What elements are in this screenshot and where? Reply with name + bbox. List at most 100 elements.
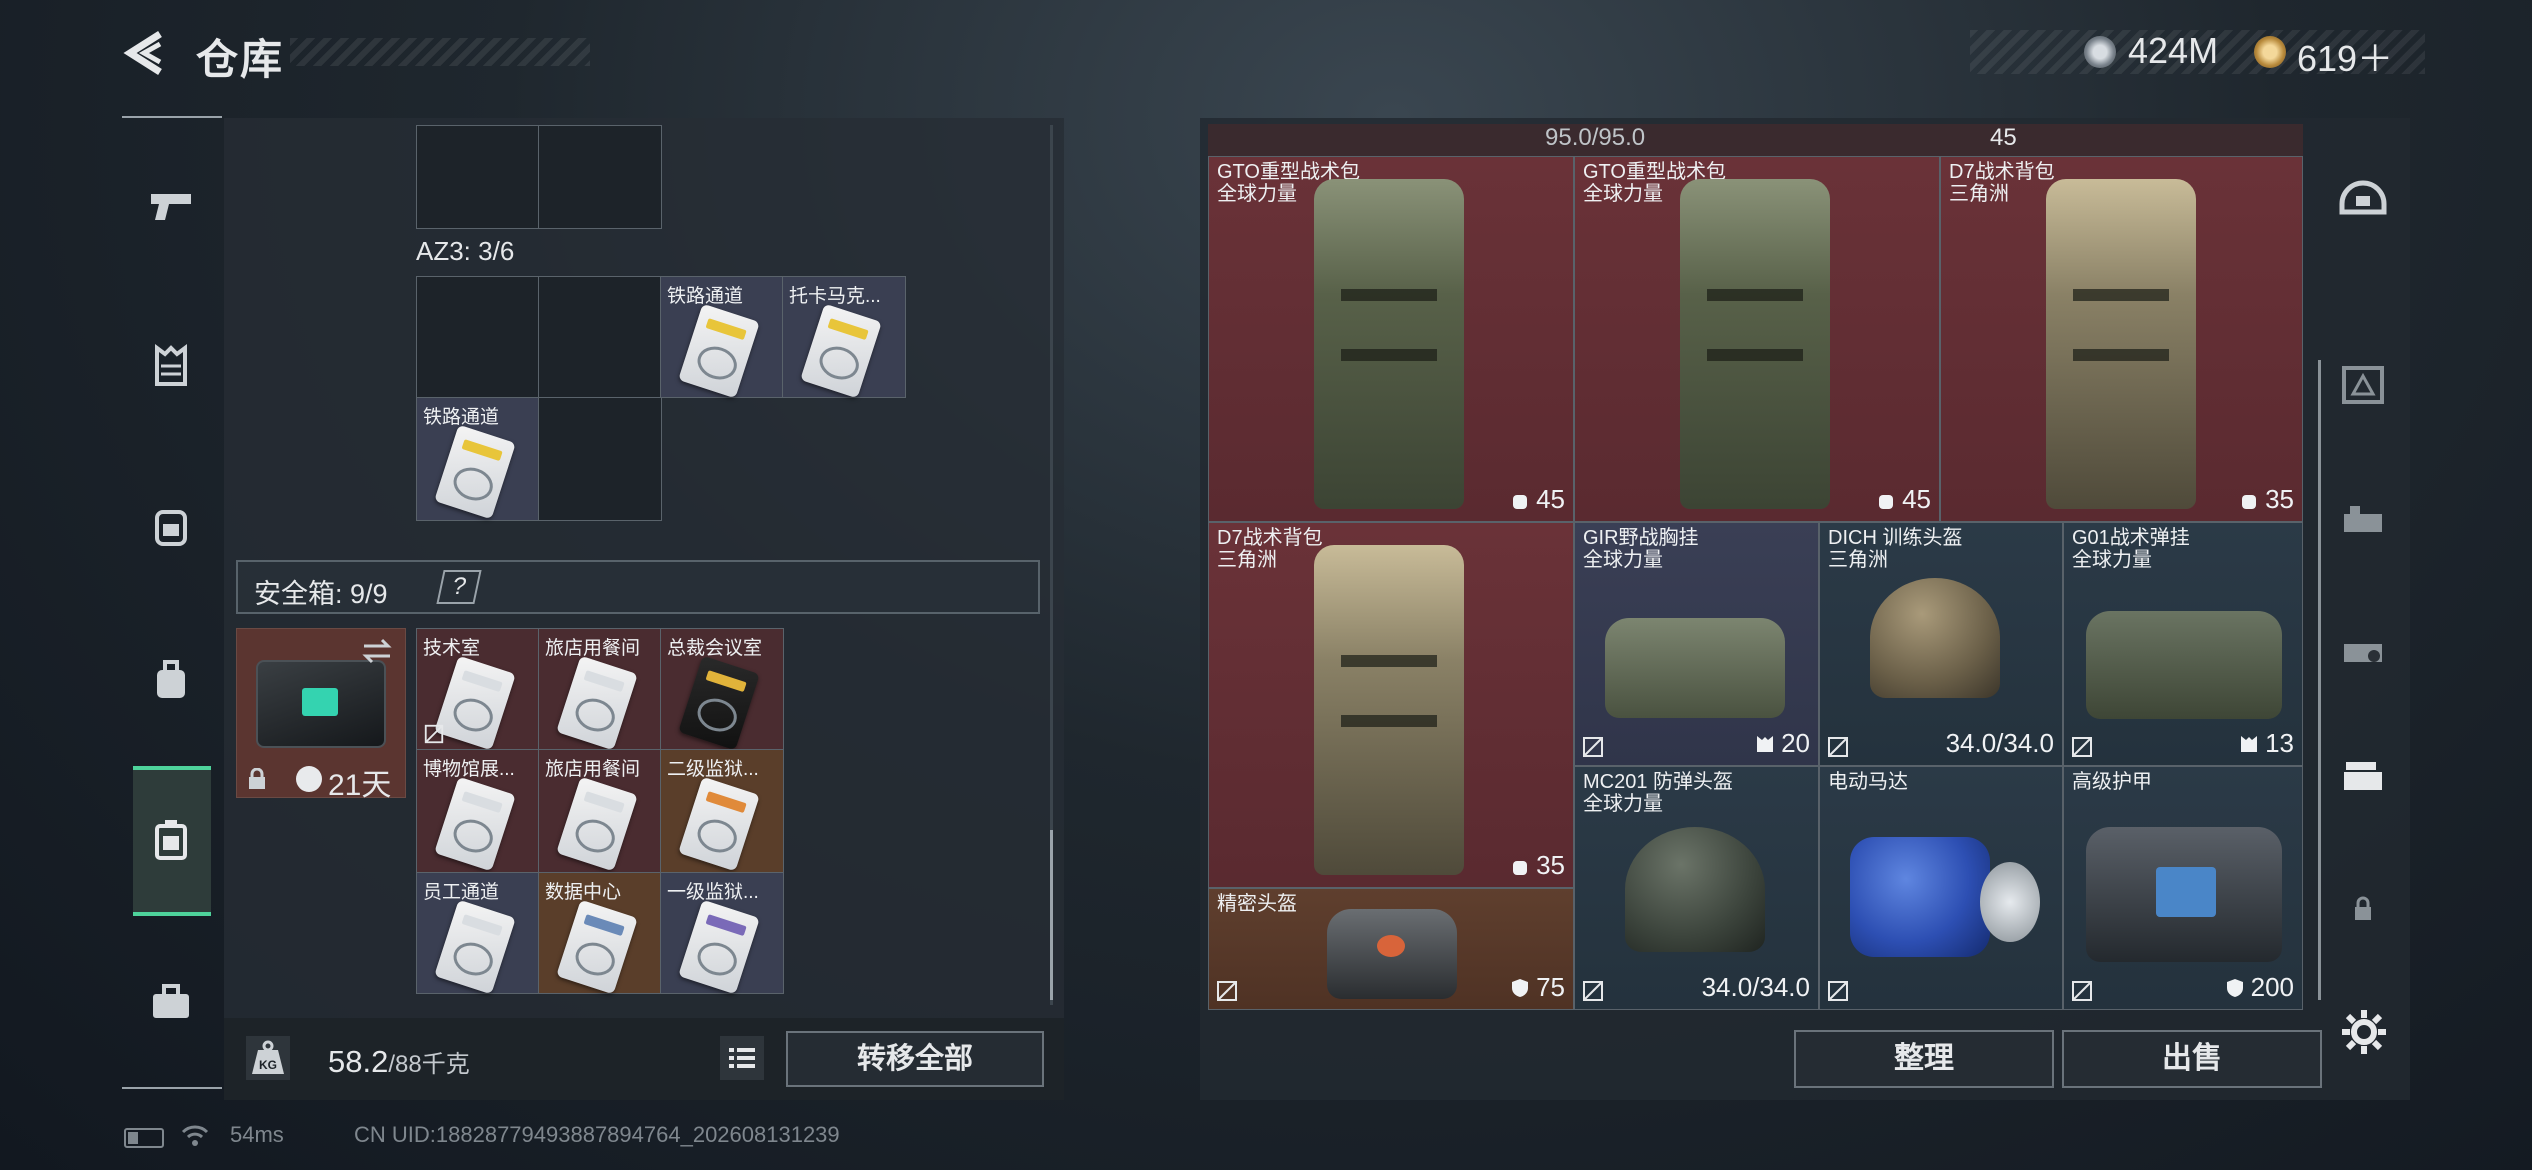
sidebar-item-briefcase[interactable]	[145, 976, 197, 1028]
organize-button[interactable]: 整理	[1794, 1030, 2054, 1088]
item-name: 博物馆展...	[423, 759, 515, 780]
item-name: D7战术背包 三角洲	[1949, 161, 2055, 205]
helmet-icon	[2339, 180, 2387, 215]
key-card-item[interactable]: 旅店用餐间	[538, 628, 662, 751]
right-sidebar-item-gti[interactable]	[2334, 748, 2392, 806]
lock-icon	[2355, 896, 2371, 920]
item-card[interactable]: MC201 防弹头盔 全球力量 34.0/34.0	[1574, 766, 1819, 1010]
item-value: 35	[2238, 484, 2294, 515]
key-card-item[interactable]: 铁路通道	[416, 397, 540, 521]
key-card-item[interactable]: 一级监狱...	[660, 872, 784, 995]
bag-icon	[157, 660, 185, 698]
help-icon[interactable]: ?	[436, 570, 482, 604]
sidebar-item-backpack[interactable]	[145, 500, 197, 552]
key-card-item[interactable]: 旅店用餐间	[538, 749, 662, 873]
right-sidebar-item-tier4-c[interactable]	[2334, 620, 2392, 678]
back-arrow-icon[interactable]	[122, 28, 166, 78]
partial-item-row	[1208, 124, 2303, 156]
gear-icon[interactable]	[2338, 1006, 2390, 1058]
vest-icon	[1757, 735, 1774, 752]
item-value: 13	[2238, 728, 2294, 759]
item-card[interactable]: D7战术背包 三角洲 35	[1208, 522, 1574, 888]
armor-image	[2086, 827, 2282, 962]
title-decoration	[290, 38, 590, 66]
item-card[interactable]: 精密头盔 75	[1208, 888, 1574, 1010]
key-card-item[interactable]: 总裁会议室	[660, 628, 784, 751]
safebox-image	[256, 660, 386, 748]
weight-max: /88千克	[388, 1051, 470, 1078]
item-name: 铁路通道	[423, 407, 500, 428]
sidebar-item-safebox[interactable]	[145, 814, 197, 866]
vest-icon	[155, 344, 187, 386]
right-sidebar-item-helmet[interactable]	[2334, 166, 2392, 224]
key-card-item[interactable]: 博物馆展...	[416, 749, 540, 873]
item-card[interactable]: GIR野战胸挂 全球力量 20	[1574, 522, 1819, 766]
list-icon[interactable]	[720, 1036, 764, 1080]
no-trade-icon	[2072, 737, 2092, 757]
key-card-item[interactable]: 铁路通道	[660, 276, 784, 399]
helmet-image	[1625, 827, 1765, 952]
item-name: 托卡马克...	[789, 286, 881, 307]
swap-icon[interactable]	[360, 634, 394, 668]
motor-shaft	[1980, 862, 2040, 942]
key-card-item[interactable]: 数据中心	[538, 872, 662, 995]
kg-icon: KG	[246, 1036, 290, 1080]
backpack-icon	[1513, 860, 1528, 875]
right-sidebar-item-locked[interactable]	[2334, 880, 2392, 938]
sidebar-item-weapons[interactable]	[145, 180, 197, 232]
grid-cell[interactable]	[538, 125, 662, 229]
grid-cell[interactable]	[538, 276, 662, 398]
vest-icon	[2241, 735, 2258, 752]
key-card-item[interactable]: 技术室	[416, 628, 540, 751]
weight-readout: 58.2/88千克	[328, 1044, 470, 1080]
item-name: GIR野战胸挂 全球力量	[1583, 527, 1699, 571]
container-az3-label: AZ3: 3/6	[416, 236, 515, 266]
sidebar-item-vest[interactable]	[145, 340, 197, 392]
grid-cell[interactable]	[538, 397, 662, 521]
motor-image	[1850, 837, 1990, 957]
ping-readout: 54ms	[230, 1122, 284, 1147]
transfer-all-button[interactable]: 转移全部	[786, 1031, 1044, 1087]
no-trade-icon	[1828, 981, 1848, 1001]
armor-icon	[1512, 978, 1529, 997]
tier-icon	[2342, 366, 2384, 404]
item-card[interactable]: 高级护甲 200	[2063, 766, 2303, 1010]
chest-rig-image	[1605, 618, 1785, 718]
backpack-image	[1314, 179, 1464, 509]
backpack-image	[1314, 545, 1464, 875]
key-card-item[interactable]: 员工通道	[416, 872, 540, 995]
key-card-image	[434, 776, 516, 872]
gti-icon	[2344, 762, 2382, 790]
right-sidebar-item-tier4-a[interactable]	[2334, 356, 2392, 414]
item-card[interactable]: D7战术背包 三角洲 35	[1940, 156, 2303, 522]
sell-button[interactable]: 出售	[2062, 1030, 2322, 1088]
backpack-icon	[155, 510, 187, 546]
right-sidebar-item-tier4-b[interactable]	[2334, 490, 2392, 548]
item-name: 高级护甲	[2072, 771, 2152, 793]
item-value: 200	[2224, 972, 2294, 1003]
safebox-days: 21天	[328, 769, 392, 802]
weight-value: 58.2	[328, 1044, 389, 1079]
scrollbar-thumb[interactable]	[1050, 830, 1053, 1000]
grid-cell[interactable]	[416, 125, 540, 229]
sidebar-item-bag[interactable]	[145, 654, 197, 706]
key-card-item[interactable]: 二级监狱...	[660, 749, 784, 873]
item-name: 精密头盔	[1217, 893, 1297, 915]
item-card[interactable]: GTO重型战术包 全球力量 45	[1574, 156, 1940, 522]
key-card-item[interactable]: 托卡马克...	[782, 276, 906, 399]
item-value: 45	[1990, 124, 2017, 151]
item-name: MC201 防弹头盔 全球力量	[1583, 771, 1734, 815]
grid-cell[interactable]	[416, 276, 540, 398]
item-card[interactable]: GTO重型战术包 全球力量 45	[1208, 156, 1574, 522]
gold-coin-amount[interactable]: 619＋	[2297, 30, 2393, 82]
item-card[interactable]: 电动马达	[1819, 766, 2063, 1010]
item-card[interactable]: DICH 训练头盔 三角洲 34.0/34.0	[1819, 522, 2063, 766]
item-card[interactable]: G01战术弹挂 全球力量 13	[2063, 522, 2303, 766]
gold-coin-icon	[2254, 36, 2286, 68]
item-name: 一级监狱...	[667, 882, 759, 903]
scrollbar[interactable]	[2318, 360, 2321, 1000]
page-title: 仓库	[196, 36, 285, 83]
tier-icon	[2344, 506, 2382, 532]
backpack-icon	[2242, 494, 2257, 509]
battery-icon	[124, 1128, 164, 1148]
